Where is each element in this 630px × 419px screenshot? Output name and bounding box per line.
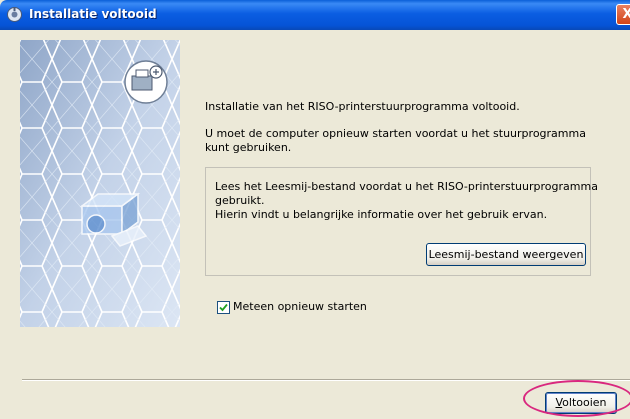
button-separator <box>22 379 630 381</box>
restart-now-label: Meteen opnieuw starten <box>233 300 367 313</box>
readme-info-line: gebruikt. <box>215 194 265 207</box>
close-icon: X <box>622 7 630 22</box>
restart-message-line: U moet de computer opnieuw starten voord… <box>205 127 586 140</box>
restart-message: U moet de computer opnieuw starten voord… <box>205 127 586 155</box>
readme-info-line: Lees het Leesmij-bestand voordat u het R… <box>215 180 598 193</box>
view-readme-button[interactable]: Leesmij-bestand weergeven <box>426 243 586 266</box>
highlight-ring <box>523 380 630 417</box>
side-illustration <box>20 40 180 327</box>
checkmark-icon <box>219 303 228 312</box>
completion-message: Installatie van het RISO-printerstuurpro… <box>205 100 520 113</box>
title-bar: Installatie voltooid X <box>0 0 630 30</box>
close-button[interactable]: X <box>616 4 630 25</box>
window-title: Installatie voltooid <box>29 7 157 21</box>
readme-info: Lees het Leesmij-bestand voordat u het R… <box>215 180 598 222</box>
readme-info-line: Hierin vindt u belangrijke informatie ov… <box>215 208 548 221</box>
restart-now-checkbox[interactable] <box>217 301 230 314</box>
restart-message-line: kunt gebruiken. <box>205 141 292 154</box>
readme-group: Lees het Leesmij-bestand voordat u het R… <box>205 167 598 276</box>
network-icon <box>124 60 168 104</box>
installer-icon <box>6 6 23 23</box>
